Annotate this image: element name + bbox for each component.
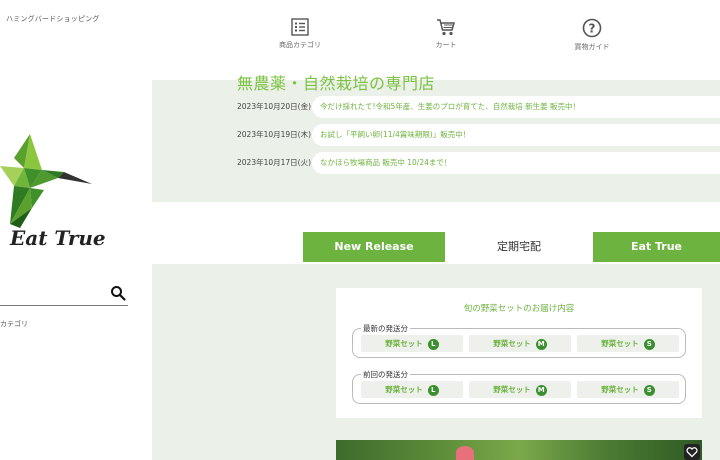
tab-eat-true[interactable]: Eat True [593,232,720,262]
svg-text:?: ? [589,22,596,36]
sidebar: ハミングバードショッピング Eat True カテゴリ [0,0,152,460]
tab-new-release[interactable]: New Release [303,232,445,262]
latest-shipment-group: 最新の発送分 野菜セット L 野菜セット M 野菜セット S [352,323,686,358]
size-badge: S [643,338,655,350]
news-link[interactable]: なかほら牧場商品 販売中 10/24まで！ [312,152,720,174]
nav-item-cart[interactable]: カート [406,18,486,50]
size-badge: S [643,384,655,396]
main-content: 商品カテゴリ カート ? 買物ガイド 無農薬・自然栽培の専門店 2023年10月… [152,0,720,460]
help-icon: ? [582,18,602,38]
size-badge: L [427,338,439,350]
news-date: 2023年10月19日(木) [237,130,312,139]
veg-set-l-button[interactable]: 野菜セット L [361,335,463,352]
veg-set-s-button[interactable]: 野菜セット S [577,335,679,352]
veg-set-label: 野菜セット [385,339,423,348]
previous-shipment-group: 前回の発送分 野菜セット L 野菜セット M 野菜セット S [352,369,686,404]
product-photo[interactable] [336,440,702,460]
size-badge: M [535,338,547,350]
news-link[interactable]: 今だけ採れたて!令和5年産、生姜のプロが育てた、自然栽培 新生姜 販売中！ [312,96,720,118]
news-date: 2023年10月20日(金) [237,102,312,111]
veg-set-s-button[interactable]: 野菜セット S [577,381,679,398]
category-link[interactable]: カテゴリ [0,319,28,329]
site-name[interactable]: ハミングバードショッピング [6,14,100,24]
tab-subscription[interactable]: 定期宅配 [449,232,589,262]
veg-set-m-button[interactable]: 野菜セット M [469,381,571,398]
size-badge: M [535,384,547,396]
cart-icon [437,19,455,36]
veg-set-l-button[interactable]: 野菜セット L [361,381,463,398]
nav-item-category[interactable]: 商品カテゴリ [260,18,340,50]
news-item: 2023年10月19日(木) お試し「平飼い卵(11/4賞味期限)」販売中！ [237,124,720,146]
nav-item-guide[interactable]: ? 買物ガイド [552,18,632,52]
veg-set-m-button[interactable]: 野菜セット M [469,335,571,352]
nav-item-label: 買物ガイド [574,43,610,51]
news-link[interactable]: お試し「平飼い卵(11/4賞味期限)」販売中！ [312,124,720,146]
news-item: 2023年10月17日(火) なかほら牧場商品 販売中 10/24まで！ [237,152,720,174]
favorite-button[interactable] [684,444,700,460]
eat-true-logo[interactable]: Eat True [0,128,110,268]
search-icon[interactable] [110,285,126,301]
news-item: 2023年10月20日(金) 今だけ採れたて!令和5年産、生姜のプロが育てた、自… [237,96,720,118]
group-label: 前回の発送分 [361,369,410,380]
nav-item-label: カート [435,41,457,49]
search-input[interactable] [0,284,106,304]
veg-set-label: 野菜セット [493,385,531,394]
top-nav: 商品カテゴリ カート ? 買物ガイド [152,0,720,80]
card-title: 旬の野菜セットのお届け内容 [463,304,575,314]
group-label: 最新の発送分 [361,323,410,334]
vegetable-set-card: 旬の野菜セットのお届け内容 最新の発送分 野菜セット L 野菜セット M 野菜セット… [336,288,702,418]
search-bar [0,282,128,306]
veg-set-label: 野菜セット [601,339,639,348]
news-date: 2023年10月17日(火) [237,158,312,167]
page-headline: 無農薬・自然栽培の専門店 [237,74,436,93]
size-badge: L [427,384,439,396]
veg-set-label: 野菜セット [385,385,423,394]
nav-item-label: 商品カテゴリ [279,41,321,49]
list-icon [291,18,309,36]
logo-text: Eat True [10,226,106,250]
veg-set-label: 野菜セット [601,385,639,394]
flower-shape [456,446,474,460]
veg-set-label: 野菜セット [493,339,531,348]
heart-icon [686,447,698,458]
